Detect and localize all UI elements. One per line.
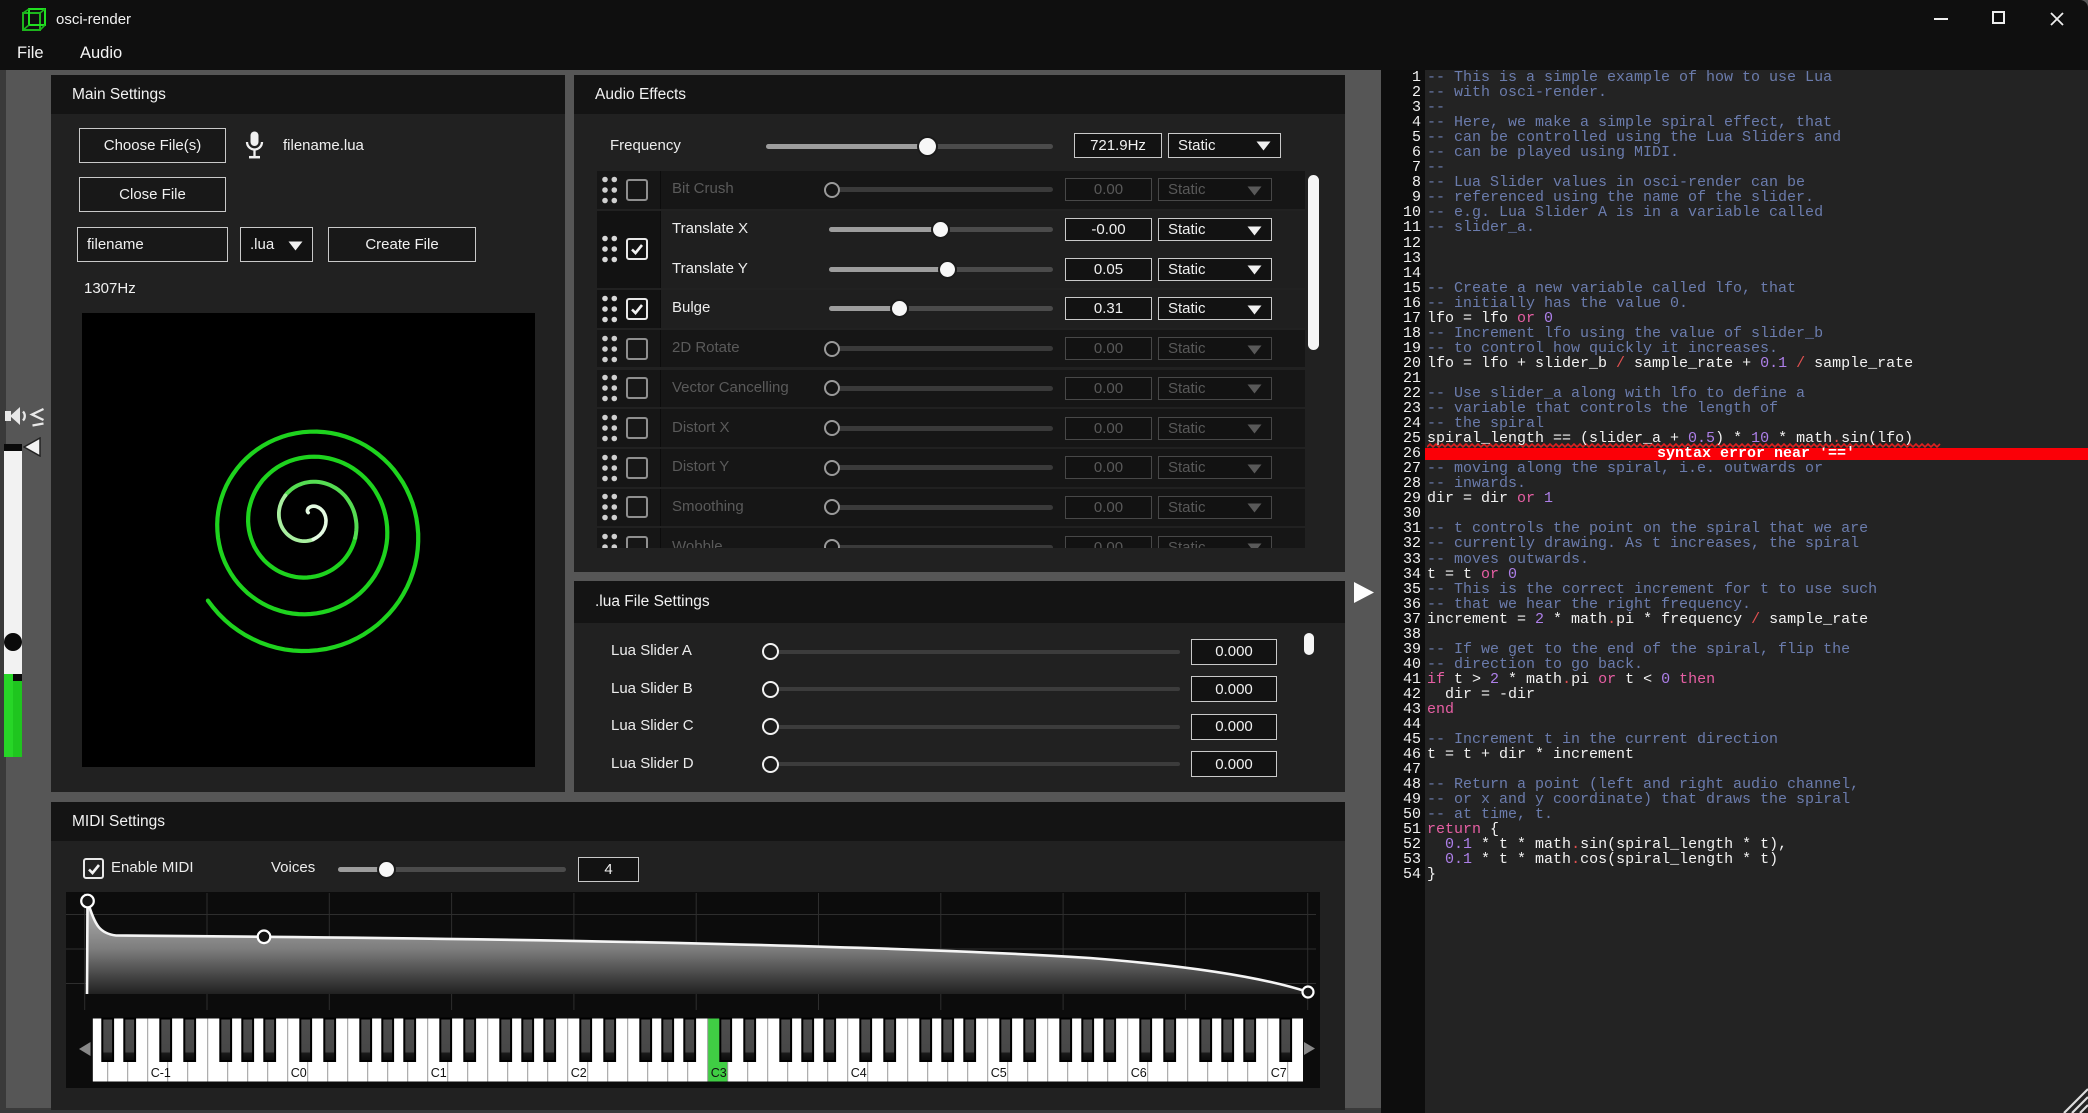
svg-text:C2: C2: [571, 1066, 587, 1080]
svg-text:C7: C7: [1271, 1066, 1287, 1080]
svg-text:C-1: C-1: [151, 1066, 171, 1080]
svg-text:C1: C1: [431, 1066, 447, 1080]
svg-text:C4: C4: [851, 1066, 867, 1080]
svg-text:C3: C3: [711, 1066, 727, 1080]
svg-text:C6: C6: [1131, 1066, 1147, 1080]
svg-text:C5: C5: [991, 1066, 1007, 1080]
svg-text:C0: C0: [291, 1066, 307, 1080]
